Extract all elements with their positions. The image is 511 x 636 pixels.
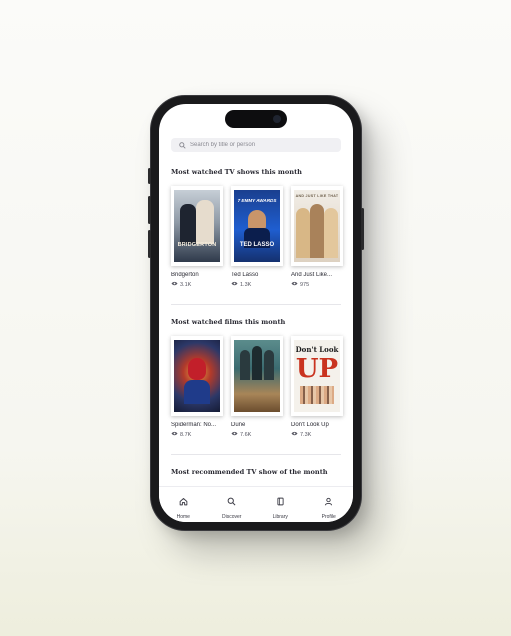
poster-frame: [231, 336, 283, 416]
eye-icon: [291, 281, 298, 288]
views-value: 7.3K: [300, 431, 312, 438]
section-divider: [171, 304, 341, 305]
poster-frame: Don't Look UP: [291, 336, 343, 416]
card-title: Don't Look Up: [291, 422, 329, 428]
media-card[interactable]: AND JUST LIKE THAT And Just Like... 975: [291, 186, 343, 288]
search-icon: [176, 139, 188, 151]
poster-title-text: AND JUST LIKE THAT: [295, 194, 339, 198]
poster-title-text: TED LASSO: [239, 242, 275, 248]
app-screen: Most watched TV shows this month BRIDGER…: [159, 104, 353, 522]
book-icon: [276, 493, 285, 511]
home-icon: [179, 493, 188, 511]
section-divider: [171, 454, 341, 455]
card-title: Bridgerton: [171, 272, 199, 278]
card-title: Spiderman: No...: [171, 422, 217, 428]
poster-title-text-up: UP: [295, 354, 339, 384]
views-count: 8.7K: [171, 431, 223, 438]
media-card[interactable]: 7 EMMY AWARDS TED LASSO Ted Lasso 1.3K: [231, 186, 283, 288]
mute-switch: [148, 168, 151, 184]
poster-ted-lasso: 7 EMMY AWARDS TED LASSO: [234, 190, 280, 262]
views-value: 3.1K: [180, 281, 192, 288]
eye-icon: [231, 431, 238, 438]
tab-profile[interactable]: Profile: [309, 493, 349, 520]
dynamic-island: [225, 110, 287, 128]
volume-up-button: [148, 196, 151, 224]
tab-library[interactable]: Library: [260, 493, 300, 520]
poster-frame: [171, 336, 223, 416]
tab-label: Home: [176, 514, 190, 520]
eye-icon: [171, 431, 178, 438]
tab-home[interactable]: Home: [163, 493, 203, 520]
tv-shows-row: BRIDGERTON Bridgerton 3.1K 7 EMMY AWARDS…: [171, 186, 343, 288]
poster-title-text: BRIDGERTON: [177, 242, 217, 248]
views-count: 1.3K: [231, 281, 283, 288]
views-count: 7.6K: [231, 431, 283, 438]
search-icon: [227, 493, 236, 511]
card-title: Dune: [231, 422, 246, 428]
poster-dont-look-up: Don't Look UP: [294, 340, 340, 412]
bottom-tab-bar: Home Discover Library Profile: [159, 486, 353, 522]
media-card[interactable]: Don't Look UP Don't Look Up 7.3K: [291, 336, 343, 438]
section-title-films: Most watched films this month: [171, 318, 286, 326]
eye-icon: [231, 281, 238, 288]
section-title-recommended: Most recommended TV show of the month: [171, 468, 328, 476]
tab-discover[interactable]: Discover: [212, 493, 252, 520]
media-card[interactable]: BRIDGERTON Bridgerton 3.1K: [171, 186, 223, 288]
tab-label: Discover: [222, 514, 242, 520]
views-value: 975: [300, 281, 310, 288]
poster-and-just-like-that: AND JUST LIKE THAT: [294, 190, 340, 262]
search-input[interactable]: [188, 139, 330, 151]
camera-icon: [273, 115, 281, 123]
views-count: 3.1K: [171, 281, 223, 288]
poster-frame: AND JUST LIKE THAT: [291, 186, 343, 266]
poster-frame: 7 EMMY AWARDS TED LASSO: [231, 186, 283, 266]
card-title: And Just Like...: [291, 272, 333, 278]
poster-spiderman: [174, 340, 220, 412]
views-value: 1.3K: [240, 281, 252, 288]
user-icon: [324, 493, 333, 511]
views-value: 8.7K: [180, 431, 192, 438]
media-card[interactable]: Dune 7.6K: [231, 336, 283, 438]
card-title: Ted Lasso: [231, 272, 259, 278]
power-button: [361, 208, 364, 250]
eye-icon: [171, 281, 178, 288]
views-value: 7.6K: [240, 431, 252, 438]
eye-icon: [291, 431, 298, 438]
poster-dune: [234, 340, 280, 412]
tab-label: Library: [272, 514, 288, 520]
section-title-tv-shows: Most watched TV shows this month: [171, 168, 302, 176]
poster-frame: BRIDGERTON: [171, 186, 223, 266]
search-bar[interactable]: [171, 138, 341, 152]
tab-label: Profile: [321, 514, 336, 520]
phone-frame: Most watched TV shows this month BRIDGER…: [148, 96, 364, 530]
views-count: 975: [291, 281, 343, 288]
poster-banner-text: 7 EMMY AWARDS: [237, 198, 277, 203]
volume-down-button: [148, 230, 151, 258]
media-card[interactable]: Spiderman: No... 8.7K: [171, 336, 223, 438]
films-row: Spiderman: No... 8.7K Dune 7.6K Don't Lo…: [171, 336, 343, 438]
poster-bridgerton: BRIDGERTON: [174, 190, 220, 262]
views-count: 7.3K: [291, 431, 343, 438]
poster-title-text: Don't Look: [295, 345, 339, 354]
